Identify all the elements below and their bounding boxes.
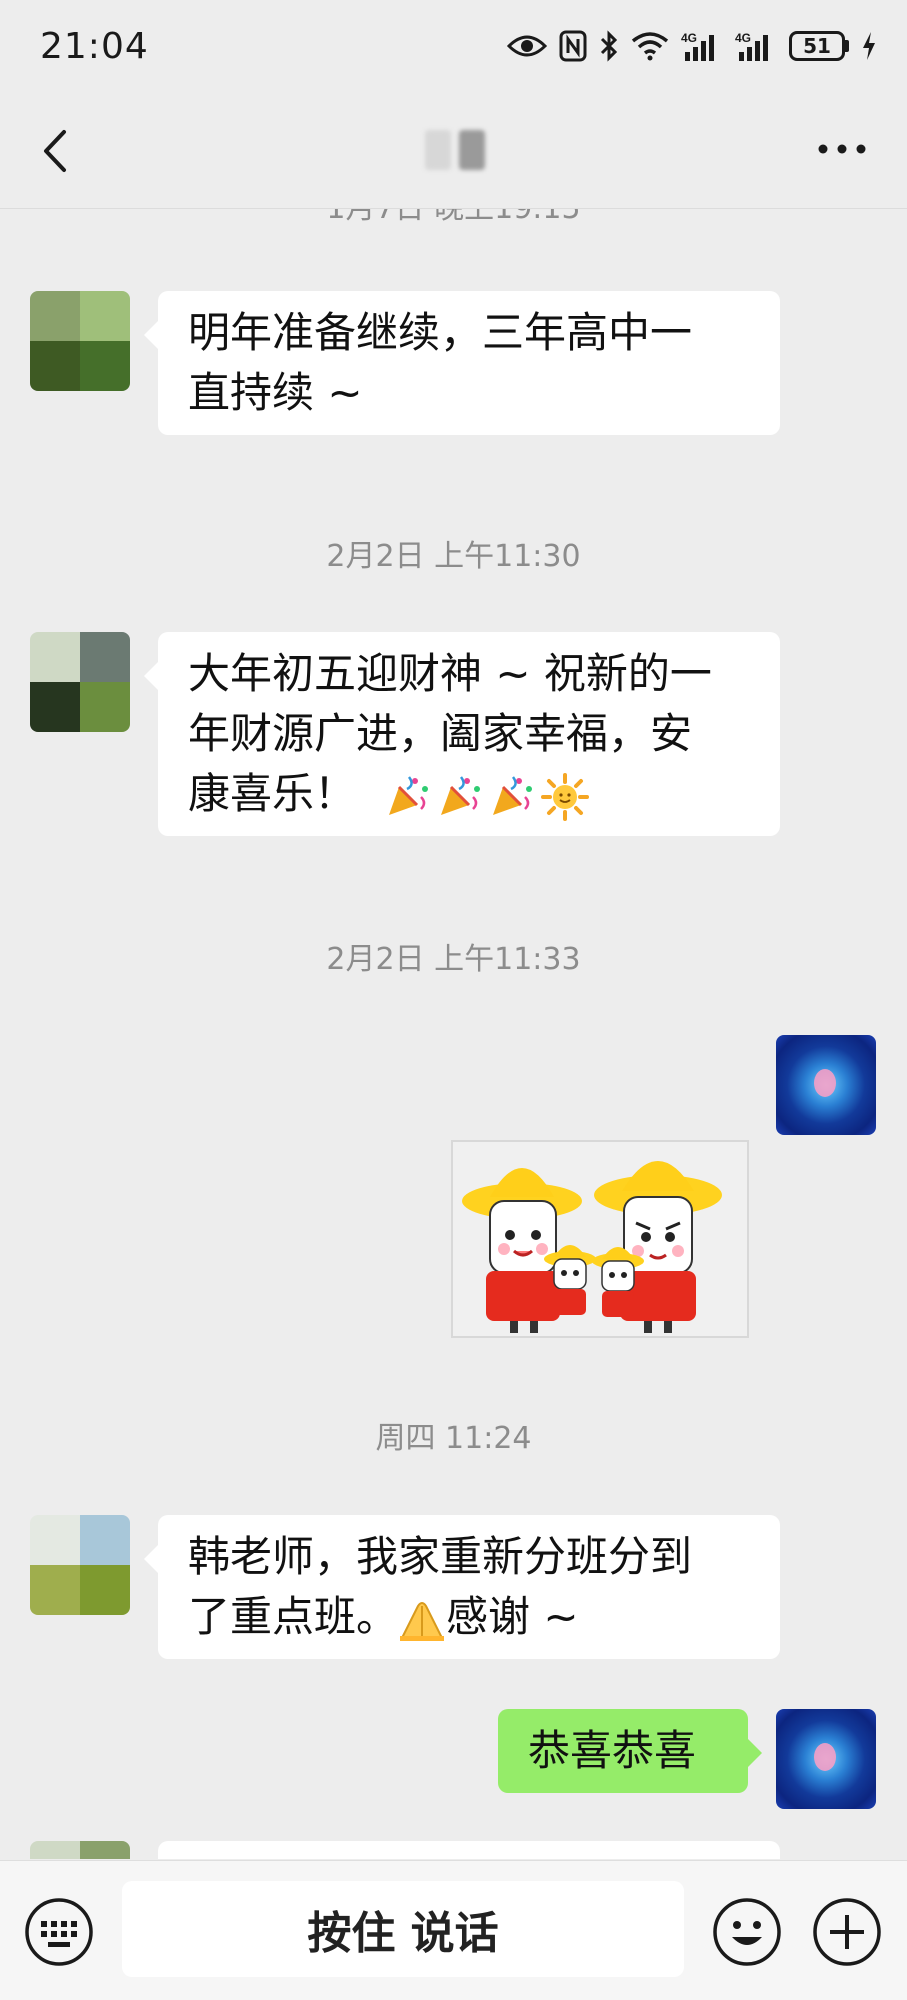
status-icons: 4G 4G 51 [507, 24, 877, 68]
self-avatar[interactable] [776, 1035, 876, 1135]
back-chevron-icon[interactable] [36, 126, 76, 176]
contact-avatar[interactable] [30, 1515, 130, 1615]
signal-4g-icon: 4G [735, 31, 768, 61]
emoji-row [385, 772, 590, 821]
nfc-icon [559, 30, 587, 62]
eye-icon [507, 35, 547, 57]
status-bar: 21:04 4G 4G 51 [0, 0, 907, 96]
message-bubble[interactable] [158, 1841, 780, 1859]
wifi-icon [631, 32, 669, 61]
praying-hands-icon [400, 1601, 445, 1641]
message-text-line: 了重点班。 [188, 1592, 399, 1641]
party-popper-icon [389, 775, 429, 815]
timestamp: 周四 11:24 [375, 1421, 532, 1456]
self-avatar[interactable] [776, 1709, 876, 1809]
chat-message-list[interactable]: 1月7日 晚上19:15 明年准备继续，三年高中一 直持续 ~ 2月2日 上午1… [0, 209, 907, 1859]
nav-bar [0, 96, 907, 206]
message-text-line: 大年初五迎财神 ~ 祝新的一 [188, 649, 712, 698]
battery-level: 51 [789, 31, 845, 61]
svg-text:4G: 4G [735, 31, 751, 45]
message-text-line: 恭喜恭喜 [528, 1726, 697, 1775]
message-text-line: 直持续 ~ [188, 368, 363, 417]
svg-text:4G: 4G [681, 31, 697, 45]
message-text-line: 韩老师，我家重新分班分到 [188, 1532, 693, 1581]
message-bubble[interactable]: 大年初五迎财神 ~ 祝新的一 年财源广进，阖家幸福，安 康喜乐！ [144, 632, 780, 836]
plus-icon[interactable] [812, 1897, 882, 1967]
timestamp: 2月2日 上午11:30 [326, 539, 581, 574]
status-time: 21:04 [40, 26, 149, 67]
new-year-family-sticker[interactable] [450, 1129, 750, 1349]
input-bar: 按住 说话 [0, 1860, 907, 2000]
charging-icon [863, 32, 875, 60]
bluetooth-icon [600, 30, 618, 62]
hold-to-talk-button[interactable]: 按住 说话 [122, 1881, 684, 1977]
party-popper-icon [441, 775, 481, 815]
message-text-line: 康喜乐！ [188, 769, 357, 818]
message-bubble-self[interactable]: 恭喜恭喜 [498, 1709, 762, 1793]
chat-title-redacted [400, 122, 510, 178]
battery-icon: 51 [789, 31, 849, 61]
message-text-line: 明年准备继续，三年高中一 [188, 308, 693, 357]
message-text-line: 年财源广进，阖家幸福，安 [188, 709, 693, 758]
party-popper-icon [493, 775, 533, 815]
contact-avatar[interactable] [30, 632, 130, 732]
message-bubble[interactable]: 明年准备继续，三年高中一 直持续 ~ [144, 291, 780, 435]
keyboard-icon[interactable] [24, 1897, 94, 1967]
contact-avatar[interactable] [30, 291, 130, 391]
timestamp: 1月7日 晚上19:15 [0, 209, 907, 227]
contact-avatar[interactable] [30, 1841, 130, 1859]
emoji-icon[interactable] [712, 1897, 782, 1967]
message-bubble[interactable]: 韩老师，我家重新分班分到 了重点班。 感谢 ~ [144, 1515, 780, 1659]
timestamp: 2月2日 上午11:33 [326, 942, 581, 977]
sun-icon [541, 772, 590, 821]
more-dots-icon[interactable] [817, 142, 867, 156]
signal-4g-icon: 4G [681, 31, 714, 61]
message-text-line: 感谢 ~ [446, 1592, 579, 1641]
